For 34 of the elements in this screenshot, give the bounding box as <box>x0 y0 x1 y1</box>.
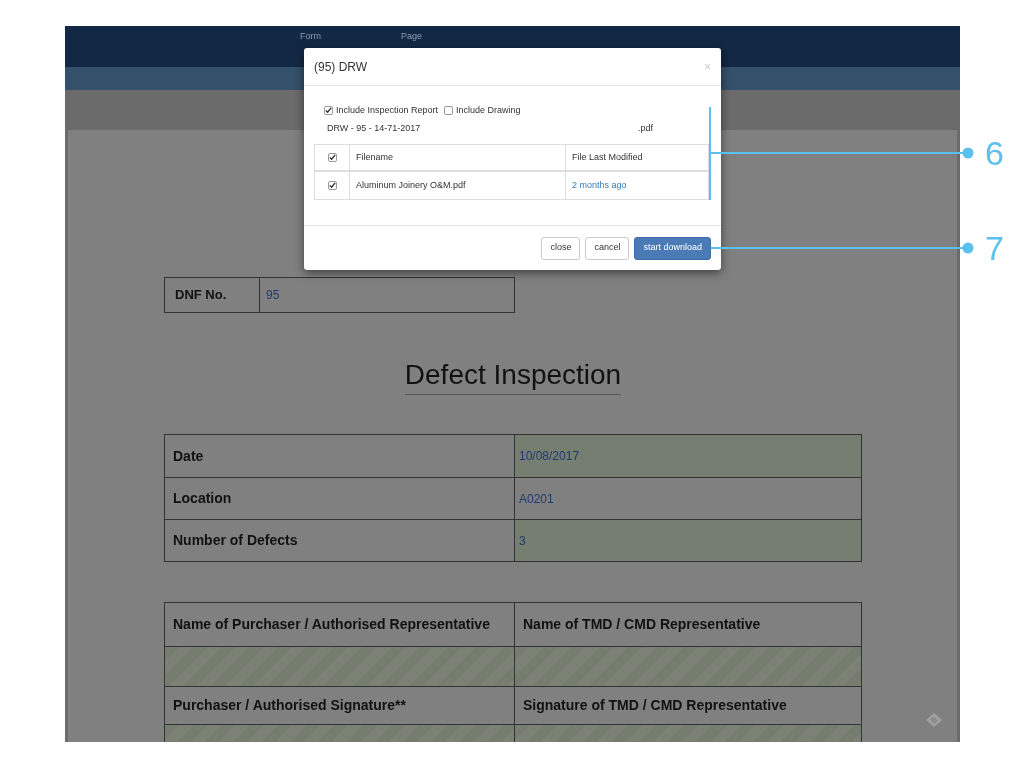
table-cell: Aluminum Joinery O&M.pdf <box>350 172 566 199</box>
input-field[interactable] <box>165 647 515 686</box>
tag-icon[interactable] <box>925 712 943 728</box>
modal-title: (95) DRW <box>314 58 368 76</box>
field-value: 10/08/2017 <box>515 435 861 477</box>
checkbox[interactable] <box>327 181 337 190</box>
column-header: Filename <box>350 145 566 170</box>
field-label: Form <box>300 31 321 43</box>
field-label: Page <box>401 31 423 43</box>
checkbox-label: Include Drawing <box>456 104 521 117</box>
checkbox[interactable] <box>327 153 337 162</box>
document-title: Defect Inspection <box>404 356 622 395</box>
column-header: File Last Modified <box>571 150 644 164</box>
field-label: Location <box>165 478 515 519</box>
input-field[interactable] <box>515 647 861 686</box>
field-value: 3 <box>515 520 861 561</box>
checkbox[interactable] <box>444 106 454 116</box>
callout-number: 6 <box>985 133 1004 173</box>
table-cell-text: 2 months ago <box>571 178 628 192</box>
field-value: A0201 <box>518 490 555 508</box>
table-header-cell-text: Signature of TMD / CMD Representative <box>522 696 788 715</box>
table-header-cell: Name of Purchaser / Authorised Representative <box>165 603 515 646</box>
dialog-button[interactable]: cancel <box>585 236 630 260</box>
checkbox[interactable] <box>324 106 333 116</box>
download-button[interactable]: start download <box>634 236 711 260</box>
table-header-cell-text: Name of TMD / CMD Representative <box>522 615 762 634</box>
dnf-label: DNF No. <box>165 278 260 312</box>
dialog-button[interactable]: close <box>541 236 581 260</box>
filename-text: DRW - 95 - 14-71-2017 <box>327 121 422 135</box>
dnf-value: 95 <box>265 287 281 304</box>
callout-number: 7 <box>985 228 1004 268</box>
extension-text: .pdf <box>638 121 653 135</box>
table-header-cell: Purchaser / Authorised Signature** <box>165 687 515 724</box>
checkbox-label: Include Inspection Report <box>336 104 439 117</box>
